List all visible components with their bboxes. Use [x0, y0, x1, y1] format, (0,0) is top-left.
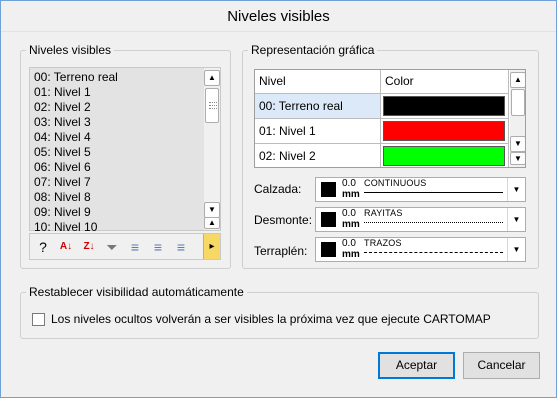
dialog-window: Niveles visibles Niveles visibles 00: Te…: [0, 0, 557, 398]
line-preview: [364, 222, 503, 223]
grid-cell-color[interactable]: [381, 144, 509, 167]
scroll-down-button[interactable]: ▼: [510, 136, 525, 152]
list-item[interactable]: 01: Nivel 1: [34, 85, 91, 100]
grid-scrollbar[interactable]: ▲ ▼ ▼: [510, 70, 525, 167]
list-item[interactable]: 07: Nivel 7: [34, 175, 91, 190]
column-header-nivel[interactable]: Nivel: [255, 70, 381, 94]
chevron-down-icon[interactable]: ▼: [507, 178, 525, 201]
scroll-up-button[interactable]: ▲: [204, 70, 220, 86]
color-swatch[interactable]: [383, 121, 505, 141]
scroll-down-button-2[interactable]: ▼: [510, 152, 525, 165]
column-header-color[interactable]: Color: [381, 70, 509, 94]
line-width-unit: mm: [342, 249, 360, 260]
more-icon[interactable]: ▸: [203, 234, 220, 259]
restore-visibility-checkbox-label[interactable]: Los niveles ocultos volverán a ser visib…: [51, 312, 491, 326]
list-item[interactable]: 00: Terreno real: [34, 70, 118, 85]
line-type-name: RAYITAS: [364, 208, 403, 218]
levels-listbox[interactable]: 00: Terreno real 01: Nivel 1 02: Nivel 2…: [29, 67, 221, 231]
desmonte-label: Desmonte:: [254, 213, 313, 227]
grid-cell-color[interactable]: [381, 119, 509, 144]
line-width-value: 0.0: [342, 238, 356, 249]
desmonte-linestyle-select[interactable]: 0.0 mm RAYITAS ▼: [315, 207, 526, 232]
accept-button[interactable]: Aceptar: [378, 352, 455, 379]
filter-icon[interactable]: ⏷: [101, 236, 123, 258]
calzada-linestyle-select[interactable]: 0.0 mm CONTINUOUS ▼: [315, 177, 526, 202]
scroll-up-button[interactable]: ▲: [510, 72, 525, 88]
line-preview: [364, 192, 503, 193]
list-item[interactable]: 10: Nivel 10: [34, 220, 97, 231]
scroll-up-button-2[interactable]: ▲: [204, 217, 220, 229]
toggle-levels-icon-3[interactable]: ≡: [170, 236, 192, 258]
line-type-name: CONTINUOUS: [364, 178, 427, 188]
levels-color-grid[interactable]: Nivel Color 00: Terreno real 01: Nivel 1…: [254, 69, 526, 168]
grid-cell-color[interactable]: [381, 94, 509, 119]
grid-cell-nivel[interactable]: 02: Nivel 2: [255, 144, 381, 167]
color-swatch[interactable]: [383, 96, 505, 116]
sort-descending-icon[interactable]: Z↓: [78, 236, 100, 258]
list-item[interactable]: 05: Nivel 5: [34, 145, 91, 160]
restore-visibility-legend: Restablecer visibilidad automáticamente: [29, 285, 244, 299]
list-item[interactable]: 06: Nivel 6: [34, 160, 91, 175]
scroll-down-button[interactable]: ▼: [204, 202, 220, 218]
chevron-down-icon[interactable]: ▼: [507, 238, 525, 261]
window-title: Niveles visibles: [1, 1, 556, 32]
line-color-swatch: [321, 212, 336, 227]
list-item[interactable]: 02: Nivel 2: [34, 100, 91, 115]
terraplen-linestyle-select[interactable]: 0.0 mm TRAZOS ▼: [315, 237, 526, 262]
line-type-name: TRAZOS: [364, 238, 402, 248]
scroll-thumb[interactable]: [205, 88, 219, 123]
levels-toolbar: ? A↓ Z↓ ⏷ ≡ ≡ ≡ ▸: [29, 233, 221, 260]
line-color-swatch: [321, 242, 336, 257]
line-color-swatch: [321, 182, 336, 197]
grid-cell-nivel[interactable]: 01: Nivel 1: [255, 119, 381, 144]
graphic-representation-legend: Representación gráfica: [251, 43, 375, 57]
toggle-levels-icon-2[interactable]: ≡: [147, 236, 169, 258]
line-width-value: 0.0: [342, 208, 356, 219]
scroll-thumb[interactable]: [511, 89, 525, 116]
list-item[interactable]: 04: Nivel 4: [34, 130, 91, 145]
cancel-button[interactable]: Cancelar: [463, 352, 540, 379]
line-width-unit: mm: [342, 189, 360, 200]
color-swatch[interactable]: [383, 146, 505, 166]
terraplen-label: Terraplén:: [254, 244, 308, 258]
list-item[interactable]: 09: Nivel 9: [34, 205, 91, 220]
visible-levels-legend: Niveles visibles: [29, 43, 112, 57]
calzada-label: Calzada:: [254, 182, 302, 196]
grid-cell-nivel[interactable]: 00: Terreno real: [255, 94, 381, 119]
chevron-down-icon[interactable]: ▼: [507, 208, 525, 231]
line-preview: [364, 252, 503, 253]
levels-scrollbar[interactable]: ▲ ▼ ▲: [204, 68, 220, 230]
search-icon[interactable]: ?: [32, 236, 54, 258]
line-width-unit: mm: [342, 219, 360, 230]
sort-ascending-icon[interactable]: A↓: [55, 236, 77, 258]
line-width-value: 0.0: [342, 178, 356, 189]
toggle-levels-icon-1[interactable]: ≡: [124, 236, 146, 258]
list-item[interactable]: 08: Nivel 8: [34, 190, 91, 205]
list-item[interactable]: 03: Nivel 3: [34, 115, 91, 130]
restore-visibility-checkbox[interactable]: [32, 313, 45, 326]
